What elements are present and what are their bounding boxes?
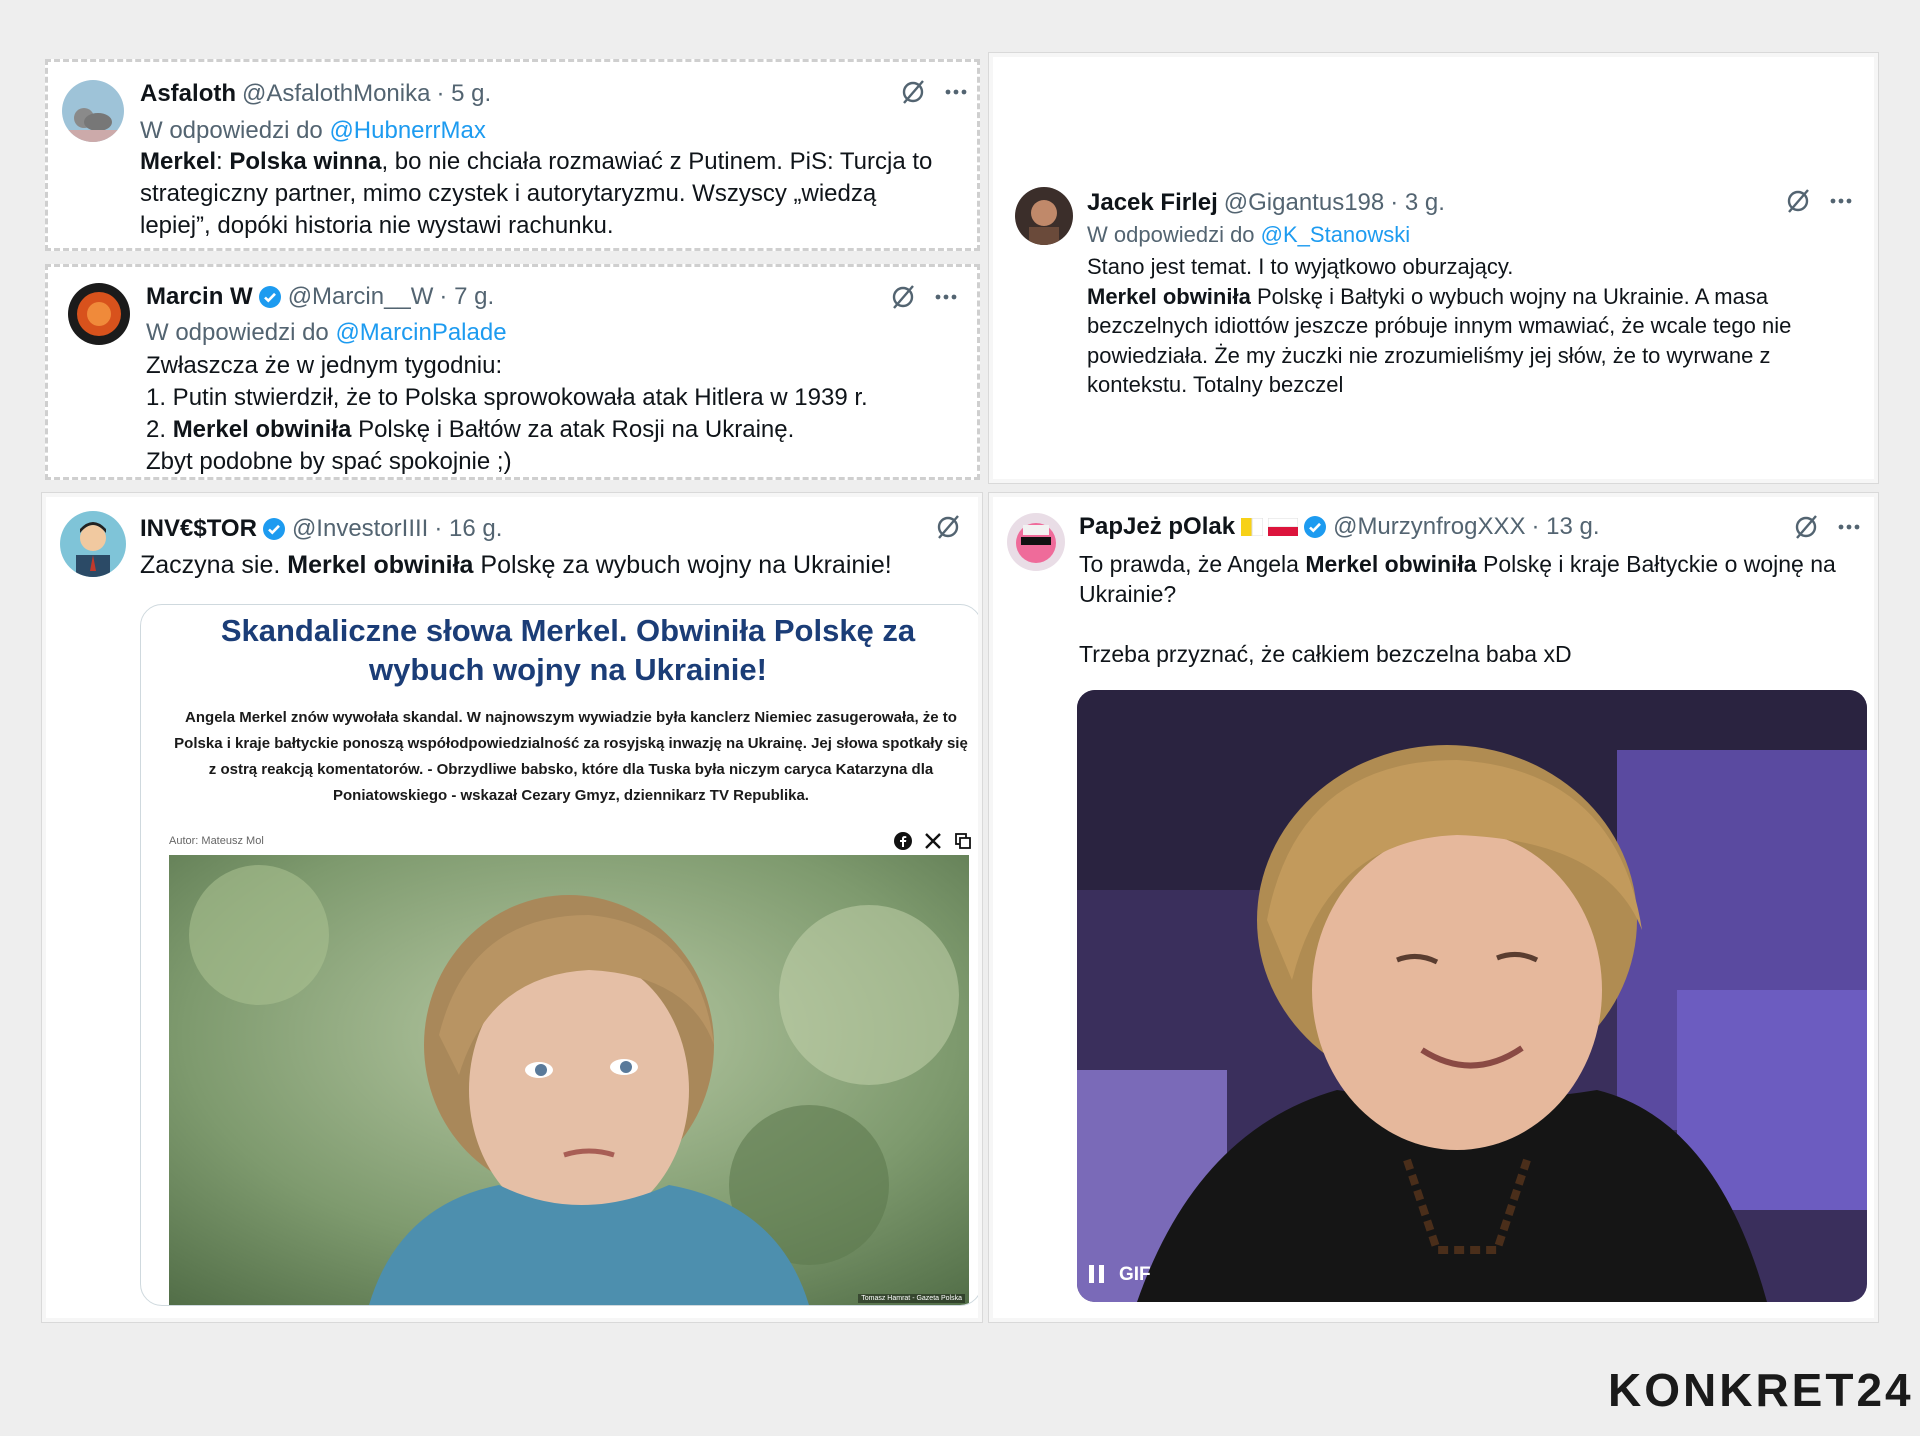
copy-link-icon[interactable] (953, 831, 973, 851)
author-name[interactable]: INV€$TOR (140, 515, 257, 543)
author-handle[interactable]: @AsfalothMonika (242, 80, 430, 108)
photo-credit: Tomasz Hamrat - Gazeta Polska (858, 1294, 965, 1303)
timestamp[interactable]: · 3 g. (1390, 189, 1445, 217)
mention-link[interactable]: @K_Stanowski (1261, 222, 1411, 247)
author-name[interactable]: Jacek Firlej (1087, 189, 1218, 217)
author-handle[interactable]: @Gigantus198 (1224, 189, 1384, 217)
tweet-card-jacek[interactable]: Jacek Firlej @Gigantus198 · 3 g. W odpow… (989, 53, 1878, 483)
mention-link[interactable]: @HubnerrMax (329, 117, 485, 144)
timestamp[interactable]: · 7 g. (439, 283, 494, 311)
tweet-text: Stano jest temat. I to wyjątkowo oburzaj… (1087, 254, 1792, 397)
avatar[interactable] (1007, 513, 1065, 571)
konkret24-logo: KONKRET24 (1608, 1364, 1914, 1416)
flags (1241, 518, 1299, 536)
verified-badge-icon (262, 518, 285, 540)
tweet-text: To prawda, że Angela Merkel obwiniła Pol… (1079, 551, 1836, 667)
x-share-icon[interactable] (923, 831, 943, 851)
grok-icon[interactable] (889, 283, 917, 311)
more-options-icon[interactable] (1828, 188, 1854, 214)
article-lead: Angela Merkel znów wywołała skandal. W n… (174, 709, 968, 804)
reply-context: W odpowiedzi do @MarcinPalade (146, 319, 507, 346)
gif-controls: GIF (1089, 1264, 1151, 1286)
gif-media[interactable]: GIF (1077, 690, 1867, 1302)
facebook-icon[interactable] (893, 831, 913, 851)
avatar[interactable] (1015, 187, 1073, 245)
grok-icon[interactable] (1792, 513, 1820, 541)
author-name[interactable]: Asfaloth (140, 80, 236, 108)
tweet-card-asfaloth[interactable]: Asfaloth @AsfalothMonika · 5 g. W odpowi… (45, 59, 980, 251)
tweet-text: Zaczyna sie. Merkel obwiniła Polskę za w… (140, 551, 892, 579)
mention-link[interactable]: @MarcinPalade (335, 319, 506, 346)
tweet-card-marcin[interactable]: Marcin W @Marcin__W · 7 g. W odpowiedzi … (45, 264, 980, 480)
article-title[interactable]: Skandaliczne słowa Merkel. Obwiniła Pols… (163, 611, 973, 689)
verified-badge-icon (1304, 516, 1327, 538)
tweet-card-papjez[interactable]: PapJeż pOlak @MurzynfrogXXX · 13 g. To p… (989, 493, 1878, 1322)
pause-icon[interactable] (1089, 1265, 1107, 1285)
avatar[interactable] (62, 80, 124, 142)
tweet-card-investor[interactable]: INV€$TOR @InvestorIIII · 16 g. Zaczyna s… (42, 493, 982, 1322)
reply-context: W odpowiedzi do @K_Stanowski (1087, 222, 1411, 247)
timestamp[interactable]: · 13 g. (1532, 513, 1600, 541)
timestamp[interactable]: · 16 g. (434, 515, 502, 543)
vatican-flag-icon (1241, 518, 1264, 536)
share-buttons (893, 831, 973, 851)
author-name[interactable]: PapJeż pOlak (1079, 513, 1235, 541)
article-photo[interactable]: Tomasz Hamrat - Gazeta Polska (169, 855, 969, 1305)
reply-context: W odpowiedzi do @HubnerrMax (140, 117, 486, 144)
avatar[interactable] (60, 511, 126, 577)
article-author: Autor: Mateusz Mol (169, 835, 264, 847)
tweet-text: Zwłaszcza że w jednym tygodniu: 1. Putin… (146, 352, 868, 475)
timestamp[interactable]: · 5 g. (436, 80, 491, 108)
verified-badge-icon (258, 286, 281, 308)
article-embed[interactable]: Skandaliczne słowa Merkel. Obwiniła Pols… (140, 604, 978, 1306)
more-options-icon[interactable] (933, 284, 959, 310)
author-handle[interactable]: @MurzynfrogXXX (1333, 513, 1525, 541)
more-options-icon[interactable] (943, 79, 969, 105)
tweet-text: Merkel: Polska winna, bo nie chciała roz… (140, 148, 933, 239)
more-options-icon[interactable] (1836, 514, 1862, 540)
poland-flag-icon (1268, 518, 1299, 536)
avatar[interactable] (68, 283, 130, 345)
gif-label: GIF (1119, 1264, 1151, 1285)
author-handle[interactable]: @InvestorIIII (292, 515, 428, 543)
grok-icon[interactable] (1784, 187, 1812, 215)
author-handle[interactable]: @Marcin__W (288, 283, 434, 311)
author-name[interactable]: Marcin W (146, 283, 253, 311)
grok-icon[interactable] (899, 78, 927, 106)
grok-icon[interactable] (934, 513, 962, 541)
